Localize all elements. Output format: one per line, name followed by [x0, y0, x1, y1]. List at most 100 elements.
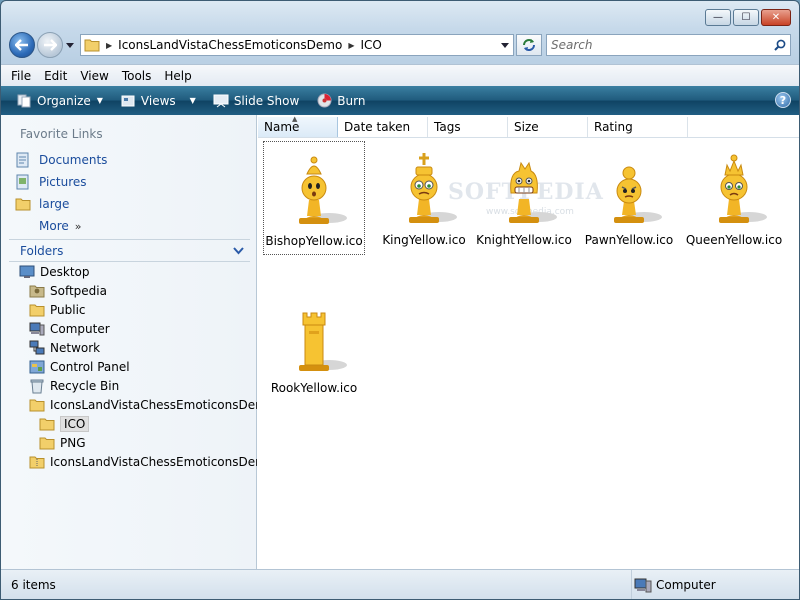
maximize-icon: ☐ — [741, 11, 751, 23]
tree-item-label: Desktop — [40, 264, 90, 279]
tree-item-label: IconsLandVistaChessEmoticonsDemo.z — [50, 454, 257, 469]
minimize-button[interactable]: — — [705, 9, 731, 26]
file-item[interactable]: PawnYellow.ico — [578, 141, 680, 255]
forward-button[interactable] — [37, 32, 63, 58]
recent-pages-button[interactable] — [64, 35, 76, 55]
breadcrumb-segment[interactable]: ICO — [360, 38, 381, 52]
column-label: Rating — [594, 120, 633, 134]
tree-item-public[interactable]: Public — [1, 300, 257, 319]
favorite-link-label: large — [39, 197, 70, 211]
address-dropdown-button[interactable] — [497, 35, 513, 55]
chevron-down-icon — [501, 42, 509, 48]
favorite-link-pictures[interactable]: Pictures — [15, 171, 107, 193]
navigation-row: ▶ IconsLandVistaChessEmoticonsDemo ▶ ICO… — [9, 31, 791, 59]
control-panel-icon — [29, 360, 45, 373]
chevron-down-icon: ▼ — [96, 96, 103, 105]
breadcrumb-separator: ▶ — [348, 40, 355, 50]
favorite-link-documents[interactable]: Documents — [15, 149, 107, 171]
file-item[interactable]: RookYellow.ico — [263, 289, 365, 403]
tree-item-demo-zip[interactable]: IconsLandVistaChessEmoticonsDemo.z — [1, 452, 257, 471]
menu-edit[interactable]: Edit — [44, 69, 67, 83]
command-bar: Organize ▼ Views ▼ Slide Show Burn ? — [1, 86, 799, 115]
menu-tools[interactable]: Tools — [122, 69, 152, 83]
search-placeholder: Search — [551, 38, 593, 52]
arrow-right-icon — [44, 39, 57, 51]
tree-item-label: Softpedia — [50, 283, 107, 298]
views-icon — [119, 93, 137, 109]
maximize-button[interactable]: ☐ — [733, 9, 759, 26]
column-label: Tags — [434, 120, 461, 134]
slideshow-label: Slide Show — [233, 93, 300, 108]
favorite-link-label: Documents — [39, 153, 108, 167]
pictures-icon — [16, 174, 29, 190]
file-item[interactable]: QueenYellow.ico — [683, 141, 785, 255]
king-piece-icon — [409, 153, 457, 223]
slideshow-button[interactable]: Slide Show — [212, 93, 299, 109]
chevron-down-icon: ▼ — [189, 96, 196, 105]
more-label: More — [39, 219, 69, 233]
column-header-tags[interactable]: Tags — [428, 117, 508, 137]
tree-item-network[interactable]: Network — [1, 338, 257, 357]
folder-icon — [29, 399, 45, 411]
help-icon[interactable]: ? — [775, 92, 791, 108]
views-button[interactable]: Views ▼ — [119, 93, 196, 109]
breadcrumb-separator: ▶ — [106, 40, 113, 50]
column-header-date-taken[interactable]: Date taken — [338, 117, 428, 137]
favorite-links-more[interactable]: More » — [15, 215, 107, 237]
folder-icon — [29, 304, 45, 316]
computer-icon — [634, 578, 652, 592]
menu-view[interactable]: View — [80, 69, 108, 83]
tree-item-label: Network — [50, 340, 101, 355]
file-item[interactable]: KnightYellow.ico — [473, 141, 575, 255]
pawn-piece-icon — [614, 166, 662, 223]
tree-item-label: Public — [50, 302, 86, 317]
column-header-size[interactable]: Size — [508, 117, 588, 137]
tree-item-png[interactable]: PNG — [1, 433, 257, 452]
breadcrumb-segment[interactable]: IconsLandVistaChessEmoticonsDemo — [118, 38, 342, 52]
file-name: QueenYellow.ico — [685, 233, 783, 247]
column-header-name[interactable]: ▲ Name — [258, 115, 338, 137]
folder-tree: Desktop Softpedia Public Computer Networ… — [1, 262, 257, 471]
search-icon[interactable] — [770, 39, 790, 51]
address-bar[interactable]: ▶ IconsLandVistaChessEmoticonsDemo ▶ ICO — [80, 34, 514, 56]
network-icon — [29, 340, 45, 354]
tree-item-desktop[interactable]: Desktop — [1, 262, 257, 281]
file-item[interactable]: BishopYellow.ico — [263, 141, 365, 255]
tree-item-label: PNG — [60, 435, 86, 450]
refresh-icon — [523, 39, 535, 51]
caption-buttons: — ☐ ✕ — [705, 9, 791, 26]
chevron-down-icon — [66, 42, 74, 48]
column-header-rating[interactable]: Rating — [588, 117, 688, 137]
search-input[interactable]: Search — [546, 34, 791, 56]
recycle-bin-icon — [30, 379, 44, 393]
tree-item-softpedia[interactable]: Softpedia — [1, 281, 257, 300]
back-button[interactable] — [9, 32, 35, 58]
burn-button[interactable]: Burn — [315, 93, 365, 109]
tree-item-ico[interactable]: ICO — [1, 414, 257, 433]
menu-help[interactable]: Help — [164, 69, 191, 83]
menu-file[interactable]: File — [11, 69, 31, 83]
close-button[interactable]: ✕ — [761, 9, 791, 26]
bishop-piece-icon — [299, 156, 347, 224]
refresh-button[interactable] — [516, 34, 542, 56]
folders-header[interactable]: Folders — [9, 239, 250, 261]
content-area: Favorite Links Documents Pictures large … — [1, 115, 799, 569]
favorite-links-list: Documents Pictures large More » — [15, 149, 107, 237]
arrow-left-icon — [15, 39, 28, 51]
file-item[interactable]: KingYellow.ico — [373, 141, 475, 255]
tree-item-label: ICO — [60, 415, 90, 432]
folder-icon — [39, 418, 55, 430]
organize-button[interactable]: Organize ▼ — [15, 93, 103, 109]
rook-piece-icon — [299, 312, 347, 371]
slideshow-icon — [212, 93, 230, 109]
tree-item-recycle-bin[interactable]: Recycle Bin — [1, 376, 257, 395]
favorite-link-large[interactable]: large — [15, 193, 107, 215]
tree-item-demo-folder[interactable]: IconsLandVistaChessEmoticonsDemo — [1, 395, 257, 414]
location-label: Computer — [656, 577, 716, 592]
queen-piece-icon — [719, 154, 767, 223]
double-chevron-icon: » — [74, 219, 82, 233]
tree-item-control-panel[interactable]: Control Panel — [1, 357, 257, 376]
tree-item-computer[interactable]: Computer — [1, 319, 257, 338]
favorite-link-label: Pictures — [39, 175, 87, 189]
knight-piece-icon — [509, 161, 557, 223]
